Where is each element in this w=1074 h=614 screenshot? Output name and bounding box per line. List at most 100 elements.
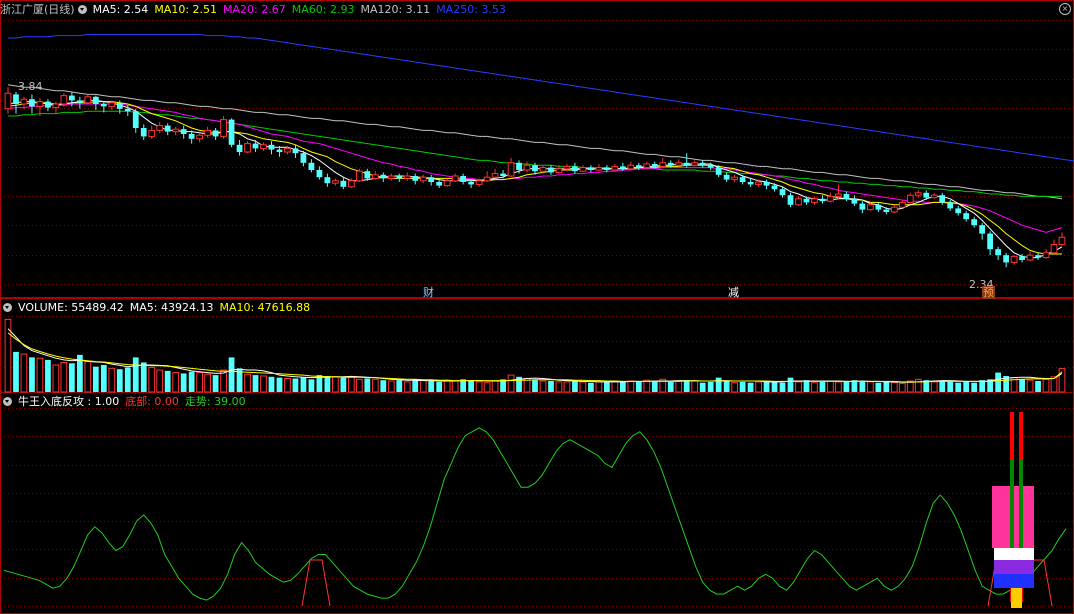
candle-body-up (555, 168, 563, 173)
candle-body-up (355, 170, 363, 182)
candle-body-up (60, 95, 68, 105)
volume-bar-down (460, 379, 467, 392)
volume-bar-down (667, 381, 674, 392)
candle-body-down (843, 194, 850, 199)
volume-bar-up (260, 375, 267, 393)
price-panel-frame (0, 0, 1074, 298)
candle-body-down (548, 167, 554, 173)
event-marker-reduce[interactable]: 减 (728, 286, 739, 299)
volume-bar-up (244, 373, 251, 393)
candle-body-down (124, 108, 131, 112)
volume-bar-up (1026, 379, 1034, 393)
volume-bar-down (883, 381, 890, 392)
candle-body-down (276, 149, 283, 152)
volume-bar-down (707, 381, 714, 392)
candle-body-down (619, 166, 626, 169)
candle-body-down (1035, 255, 1041, 258)
dropdown-icon[interactable] (77, 5, 87, 14)
stock-title[interactable]: 浙江广厦(日线) (0, 3, 75, 16)
candle-body-up (284, 147, 291, 153)
signal-bar-green (1010, 460, 1014, 550)
candle-body-up (148, 129, 156, 137)
candle-body-down (252, 143, 259, 149)
event-marker-finance[interactable]: 财 (423, 286, 434, 299)
candle-body-up (371, 174, 379, 179)
volume-bar-down (308, 379, 315, 392)
volume-bar-up (579, 381, 587, 393)
high-price-label: 3.84 (18, 80, 43, 93)
ma250-line (8, 33, 1074, 162)
close-icon[interactable]: × (1059, 3, 1071, 15)
candle-body-down (979, 225, 986, 234)
candle-body-up (84, 96, 92, 104)
ma5-line (7, 99, 1063, 259)
candle-body-down (1003, 255, 1009, 263)
candle-body-down (268, 144, 275, 150)
candle-body-down (723, 174, 730, 180)
volume-bar-down (396, 380, 403, 392)
signal-block-purple (994, 560, 1034, 574)
candle-body-down (188, 134, 195, 139)
volume-bar-up (627, 380, 635, 393)
signal-block-white (994, 548, 1034, 560)
candle-body-down (164, 125, 171, 132)
candle-body-down (132, 111, 139, 128)
ma10-line (7, 101, 1062, 255)
event-marker-forecast[interactable]: 预 (982, 286, 995, 299)
volume-bar-down (436, 381, 443, 392)
volume-bar-down (188, 371, 195, 392)
dropdown-icon[interactable] (3, 303, 12, 312)
candle-body-down (851, 198, 858, 204)
volume-legend-item-1: MA5: 43924.13 (129, 301, 214, 314)
candle-body-up (563, 165, 571, 170)
volume-bar-down (747, 382, 754, 392)
volume-bar-up (890, 382, 898, 393)
candle-body-up (387, 175, 395, 179)
volume-bar-down (939, 381, 946, 392)
volume-bar-down (164, 370, 171, 392)
candle-body-up (403, 175, 411, 179)
ma-legend-item-1: MA10: 2.51 (154, 3, 218, 16)
volume-bar-down (787, 377, 794, 392)
candle-body-up (4, 92, 12, 110)
candle-body-up (332, 180, 339, 184)
volume-bar-down (292, 378, 299, 392)
volume-bar-down (947, 381, 954, 392)
volume-bar-up (827, 380, 834, 393)
candle-body-down (292, 148, 299, 154)
volume-bar-up (332, 376, 339, 393)
candle-body-down (763, 182, 770, 186)
candle-body-up (1010, 255, 1018, 263)
volume-bar-down (803, 380, 810, 392)
volume-bar-up (795, 381, 802, 393)
volume-bar-up (930, 381, 938, 393)
volume-bar-up (866, 381, 874, 393)
ma-legend-item-3: MA60: 2.93 (291, 3, 355, 16)
ma-legend-item-2: MA20: 2.67 (223, 3, 286, 16)
volume-bar-down (979, 380, 986, 392)
volume-bar-up (1042, 378, 1050, 393)
candle-body-down (715, 167, 722, 175)
volume-bar-down (779, 382, 786, 392)
volume-bar-down (380, 380, 387, 392)
volume-bar-up (643, 379, 651, 393)
candle-body-down (603, 167, 610, 170)
volume-bar-up (611, 380, 619, 393)
candle-body-down (532, 165, 538, 172)
candle-body-up (906, 194, 914, 203)
volume-bar-down (955, 382, 962, 392)
volume-bar-down (963, 381, 970, 392)
volume-bar-down (252, 375, 259, 392)
dropdown-icon[interactable] (3, 397, 12, 406)
candle-body-up (795, 198, 802, 206)
candle-body-up (835, 193, 842, 197)
volume-bar-down (180, 373, 187, 392)
candle-body-up (643, 163, 651, 169)
volume-bar-up (403, 381, 411, 393)
candle-body-down (428, 177, 435, 182)
candle-body-down (923, 192, 930, 198)
volume-bar-down (1019, 379, 1025, 392)
volume-bar-down (124, 367, 131, 392)
trend-line (3, 427, 1067, 601)
volume-bar-up (20, 353, 28, 393)
